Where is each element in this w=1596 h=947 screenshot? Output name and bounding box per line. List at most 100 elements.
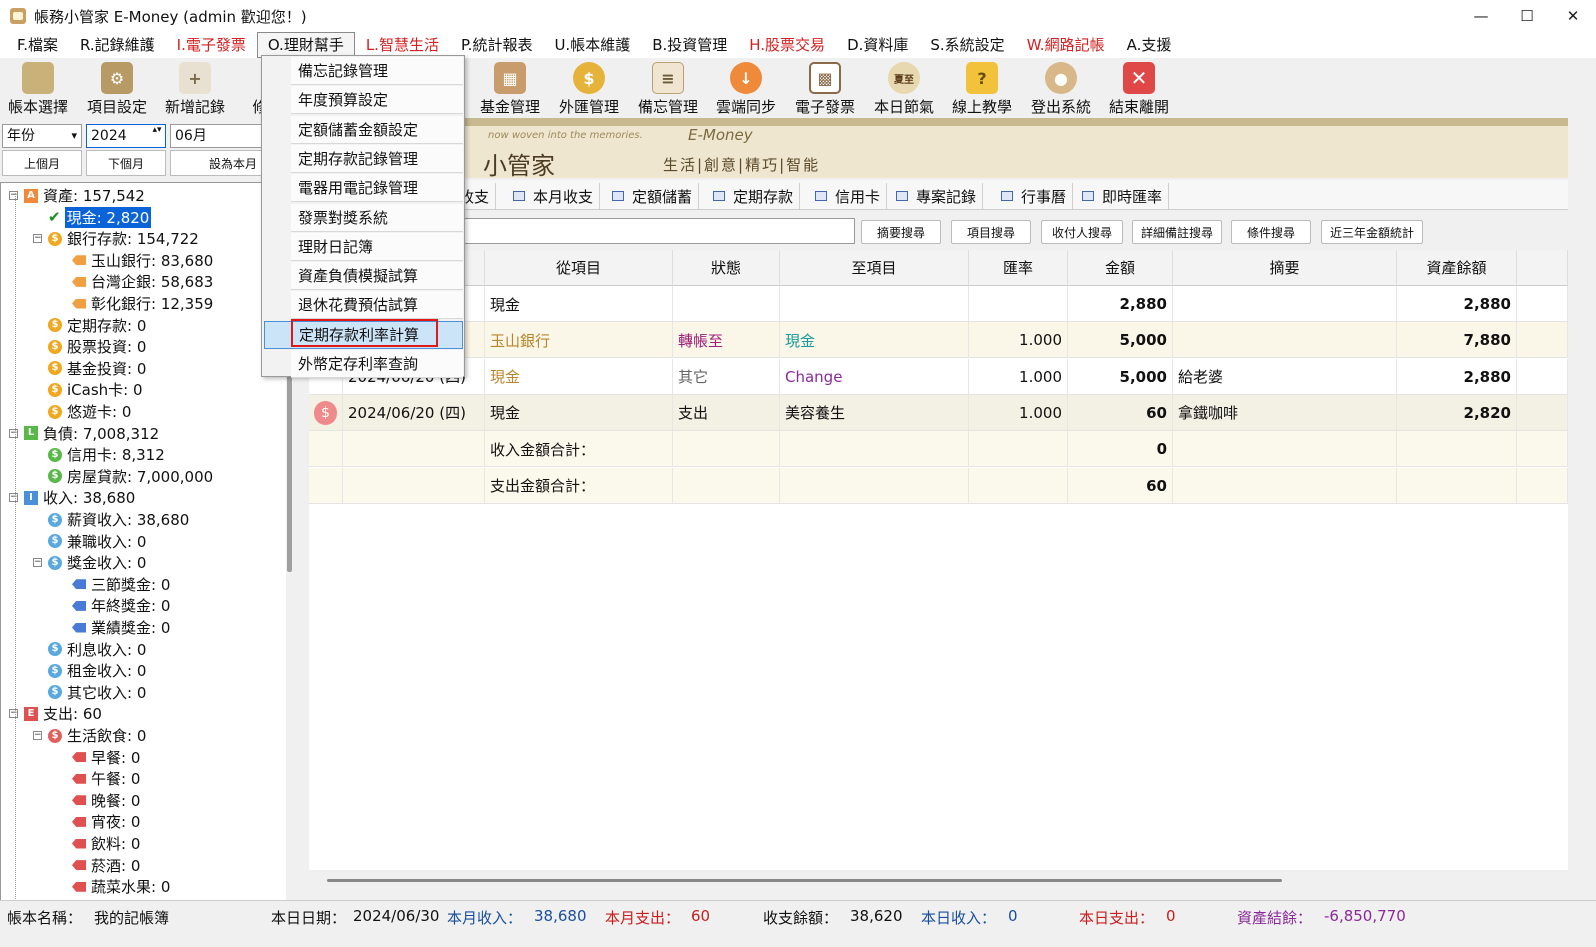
memo-management-button[interactable]: ≡ 備忘管理 [638, 62, 698, 117]
tree-node[interactable]: 三節獎金: 0 [57, 574, 170, 595]
tree-node[interactable]: $ 股票投資: 0 [33, 336, 146, 357]
expand-collapse-icon[interactable]: − [33, 558, 42, 568]
grid-scroll-thumb[interactable] [327, 879, 1282, 882]
tree-node[interactable]: $ 薪資收入: 38,680 [33, 509, 189, 530]
tree-node[interactable]: − L 負債: 7,008,312 [9, 423, 159, 444]
maximize-button[interactable]: ☐ [1504, 0, 1550, 32]
expand-collapse-icon[interactable]: − [33, 731, 42, 740]
grid-header-cell[interactable]: 匯率 [969, 250, 1068, 286]
spinner-arrows-icon[interactable]: ▴▾ [151, 125, 163, 136]
tree-node[interactable]: ✔ 現金: 2,820 [33, 206, 152, 228]
tab-1[interactable]: 本月收支 [509, 183, 601, 209]
grid-header-cell[interactable]: 摘要 [1173, 250, 1397, 286]
expand-collapse-icon[interactable]: − [9, 191, 18, 200]
table-row[interactable]: $2024/06/20 (四) 現金 支出 美容養生 1.000 60 拿鐵咖啡 2,820 [309, 394, 1568, 431]
prev-month-button[interactable]: 上個月 [2, 150, 82, 176]
tab-6[interactable]: 行事曆 [997, 183, 1074, 209]
solar-term-button[interactable]: 夏至 本日節氣 [874, 62, 934, 117]
tree-node[interactable]: 晚餐: 0 [57, 790, 140, 811]
tree-node[interactable]: − $ 生活飲食: 0 [33, 725, 146, 746]
grid-header-cell[interactable]: 金額 [1068, 250, 1173, 286]
menu-item-0[interactable]: 備忘記錄管理 [291, 57, 463, 85]
menu-item-2[interactable]: 定額儲蓄金額設定 [291, 115, 463, 144]
tree-node[interactable]: − I 收入: 38,680 [9, 487, 135, 508]
menu-item-3[interactable]: 定期存款記錄管理 [291, 144, 463, 173]
menu-item-7[interactable]: B.投資管理 [641, 32, 738, 58]
tree-node[interactable]: − $ 銀行存款: 154,722 [33, 228, 199, 249]
search-input[interactable] [463, 218, 855, 244]
menu-item-8[interactable]: H.股票交易 [738, 32, 836, 58]
tree-node[interactable]: $ 基金投資: 0 [33, 358, 146, 379]
tree-node[interactable]: $ 利息收入: 0 [33, 639, 146, 660]
forex-management-button[interactable]: $ 外匯管理 [559, 62, 619, 117]
tree-node[interactable]: $ iCash卡: 0 [33, 379, 143, 400]
tree-node[interactable]: 玉山銀行: 83,680 [57, 250, 213, 271]
grid-header-cell[interactable]: 資產餘額 [1397, 250, 1517, 286]
exit-button[interactable]: ✕ 結束離開 [1109, 62, 1169, 117]
book-select-button[interactable]: 帳本選擇 [8, 62, 68, 117]
tree-node[interactable]: 年終獎金: 0 [57, 595, 170, 616]
tree-node[interactable]: 早餐: 0 [57, 747, 140, 768]
tree-node[interactable]: 台灣企銀: 58,683 [57, 271, 213, 292]
fund-management-button[interactable]: ▦ 基金管理 [480, 62, 540, 117]
menu-item-1[interactable]: R.記錄維護 [69, 32, 166, 58]
expand-collapse-icon[interactable]: − [9, 428, 18, 438]
tree-node[interactable]: $ 房屋貸款: 7,000,000 [33, 466, 213, 487]
e-invoice-button[interactable]: ▩ 電子發票 [795, 62, 855, 117]
tab-4[interactable]: 信用卡 [811, 183, 888, 209]
tree-node[interactable]: − $ 獎金收入: 0 [33, 552, 146, 573]
grid-header-cell[interactable]: 從項目 [485, 250, 673, 286]
menu-item-8[interactable]: 退休花費預估試算 [291, 291, 463, 320]
tab-3[interactable]: 定期存款 [709, 183, 801, 209]
month-field[interactable]: 06月 [170, 124, 262, 148]
grid-header-cell[interactable]: 狀態 [673, 250, 780, 286]
tree-node[interactable]: 彰化銀行: 12,359 [57, 293, 213, 314]
tree-node[interactable]: $ 租金收入: 0 [33, 660, 146, 681]
expand-collapse-icon[interactable]: − [9, 493, 18, 503]
add-record-button[interactable]: + 新增記錄 [165, 62, 225, 117]
table-row[interactable]: 玉山銀行 轉帳至 現金 1.000 5,000 7,880 [309, 322, 1568, 359]
menu-item-12[interactable]: A.支援 [1116, 32, 1183, 58]
next-month-button[interactable]: 下個月 [86, 150, 166, 176]
menu-item-2[interactable]: I.電子發票 [166, 32, 257, 58]
tree-node[interactable]: 菸酒: 0 [57, 855, 140, 876]
search-button-4[interactable]: 條件搜尋 [1231, 220, 1311, 244]
tree-node[interactable]: $ 信用卡: 8,312 [33, 444, 165, 465]
item-settings-button[interactable]: ⚙ 項目設定 [87, 62, 147, 117]
menu-item-11[interactable]: W.網路記帳 [1016, 32, 1116, 58]
tree-node[interactable]: − E 支出: 60 [9, 703, 102, 724]
tab-5[interactable]: 專案記錄 [892, 183, 984, 209]
menu-item-7[interactable]: 資產負債模擬試算 [291, 262, 463, 291]
search-button-1[interactable]: 項目搜尋 [951, 220, 1031, 244]
search-button-3[interactable]: 詳細備註搜尋 [1132, 220, 1222, 244]
menu-item-4[interactable]: 電器用電記錄管理 [291, 174, 463, 203]
expand-collapse-icon[interactable]: − [9, 709, 18, 719]
grid-horizontal-scrollbar[interactable] [309, 870, 1568, 890]
grid-header-cell[interactable]: 至項目 [780, 250, 969, 286]
menu-item-6[interactable]: U.帳本維護 [543, 32, 641, 58]
tree-node[interactable]: $ 悠遊卡: 0 [33, 401, 131, 422]
minimize-button[interactable]: — [1458, 0, 1504, 32]
cloud-sync-button[interactable]: ↓ 雲端同步 [716, 62, 776, 117]
year-spinner[interactable]: 2024 ▴▾ [86, 124, 166, 148]
tree-node[interactable]: 蔬菜水果: 0 [57, 876, 170, 897]
tree-node[interactable]: $ 定期存款: 0 [33, 315, 146, 336]
menu-item-0[interactable]: F.檔案 [6, 32, 69, 58]
menu-item-9[interactable]: D.資料庫 [836, 32, 919, 58]
menu-item-1[interactable]: 年度預算設定 [291, 86, 463, 115]
menu-item-6[interactable]: 理財日記簿 [291, 232, 463, 261]
tree-node[interactable]: 宵夜: 0 [57, 811, 140, 832]
table-row[interactable]: 2024/06/20 (四)現金其它Change1.0005,000給老婆2,8… [309, 358, 1568, 395]
menu-item-10[interactable]: S.系統設定 [919, 32, 1015, 58]
tree-node[interactable]: 午餐: 0 [57, 768, 140, 789]
expand-collapse-icon[interactable]: − [33, 234, 42, 244]
logout-button[interactable]: ● 登出系統 [1031, 62, 1091, 117]
search-button-2[interactable]: 收付人搜尋 [1041, 220, 1123, 244]
tree-node[interactable]: $ 其它收入: 0 [33, 682, 146, 703]
table-row[interactable]: 現金 2,880 2,880 [309, 286, 1568, 322]
menu-item-10[interactable]: 外幣定存利率查詢 [291, 350, 463, 378]
set-this-month-button[interactable]: 設為本月 [170, 150, 262, 176]
tree-node[interactable]: 飲料: 0 [57, 833, 140, 854]
period-select[interactable]: 年份 ▾ [2, 124, 82, 148]
menu-item-5[interactable]: 發票對獎系統 [291, 203, 463, 232]
